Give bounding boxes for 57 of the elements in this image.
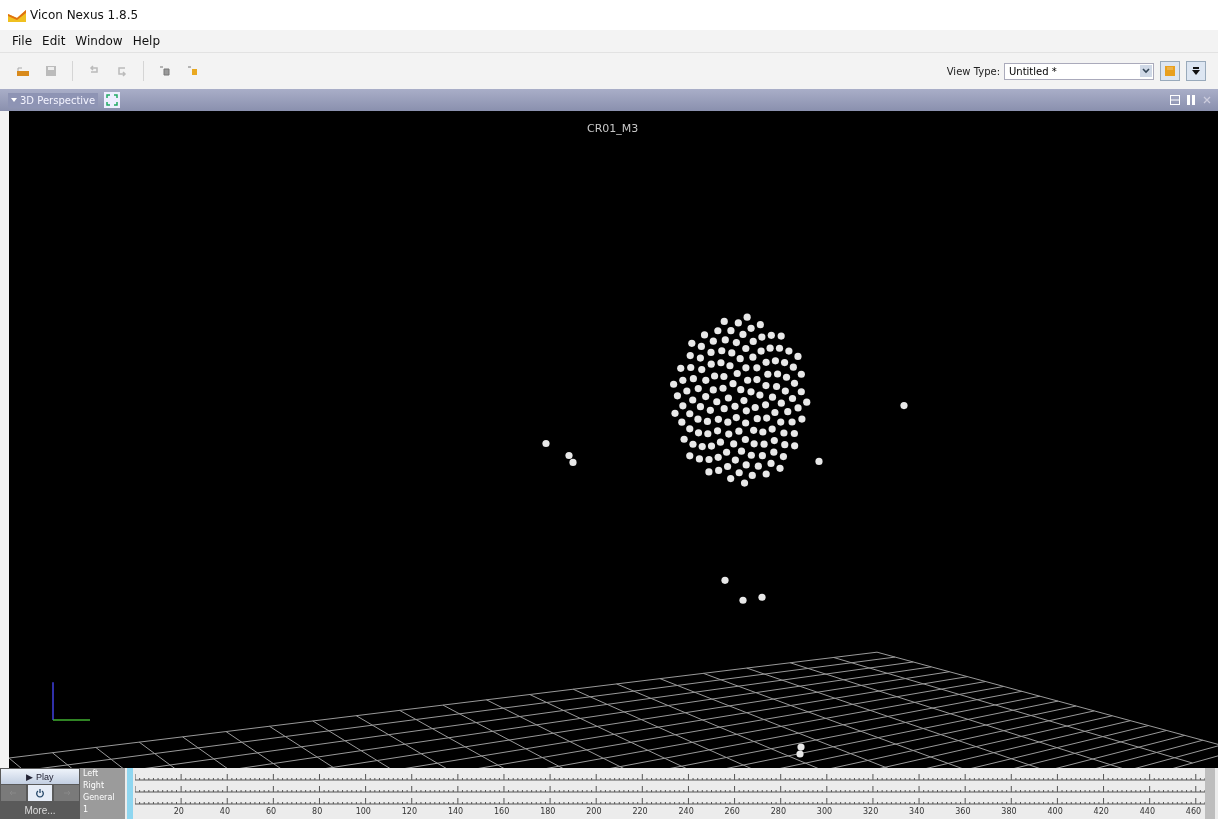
track-label: Right: [83, 780, 106, 792]
frame-number: 280: [770, 807, 786, 816]
frame-number: 360: [955, 807, 971, 816]
frame-number: 460: [1185, 807, 1202, 816]
menu-item[interactable]: File: [12, 34, 33, 48]
chevron-down-icon: [1140, 65, 1152, 77]
frame-number: 260: [724, 807, 740, 816]
frame-number: 300: [816, 807, 833, 816]
menu-item[interactable]: Window: [75, 34, 123, 48]
menu-item[interactable]: Edit: [42, 34, 66, 48]
frame-number: 160: [494, 807, 510, 816]
frame-number: 120: [401, 807, 418, 816]
frame-number: 240: [678, 807, 694, 816]
view-type-label: View Type:: [946, 65, 1000, 77]
view-type-dropdown[interactable]: Untitled *: [1004, 62, 1154, 80]
power-icon: [35, 788, 45, 798]
frame-number: 400: [1047, 807, 1063, 816]
frame-number: 340: [909, 807, 925, 816]
frame-number: 140: [447, 807, 464, 816]
frame-number: 440: [1139, 807, 1155, 816]
fullscreen-icon[interactable]: [104, 92, 121, 108]
axes-icon: [52, 681, 91, 721]
scrollbar[interactable]: [1205, 768, 1215, 819]
close-icon[interactable]: [1202, 95, 1212, 105]
split-horizontal-icon[interactable]: [1170, 95, 1180, 105]
frame-number: 200: [586, 807, 602, 816]
caret-down-icon: [11, 97, 17, 103]
frame-number: 420: [1093, 807, 1109, 816]
split-vertical-icon[interactable]: [1186, 95, 1196, 105]
frame-number: 80: [312, 807, 323, 816]
play-button[interactable]: ▶ Play: [1, 769, 79, 784]
start-frame: 1: [83, 804, 125, 816]
caret-down-icon: [1190, 65, 1202, 77]
pointer-icon[interactable]: [158, 64, 172, 78]
view-options-button[interactable]: [1186, 61, 1206, 81]
track-label: General: [83, 792, 116, 804]
save-icon: [1164, 65, 1176, 77]
window-title: Vicon Nexus 1.8.5: [30, 8, 139, 22]
frame-number: 380: [1001, 807, 1017, 816]
save-icon[interactable]: [44, 64, 58, 78]
frame-number: 320: [863, 807, 879, 816]
track-label: Left: [83, 768, 100, 780]
more-button[interactable]: More...: [1, 802, 79, 818]
frame-number: 220: [632, 807, 648, 816]
pointer-icon[interactable]: [186, 64, 200, 78]
frame-number: 20: [173, 807, 184, 816]
redo-icon[interactable]: [115, 64, 129, 78]
folder-icon[interactable]: [16, 64, 30, 78]
frame-number: 40: [219, 807, 230, 816]
subject-name: CR01_M3: [587, 122, 639, 135]
menu-item[interactable]: Help: [132, 34, 161, 48]
frame-number: 100: [355, 807, 371, 816]
frame-number: 60: [265, 807, 277, 816]
save-view-button[interactable]: [1160, 61, 1180, 81]
app-logo-icon: [8, 8, 26, 22]
frame-number: 180: [540, 807, 556, 816]
power-button[interactable]: [27, 785, 53, 801]
